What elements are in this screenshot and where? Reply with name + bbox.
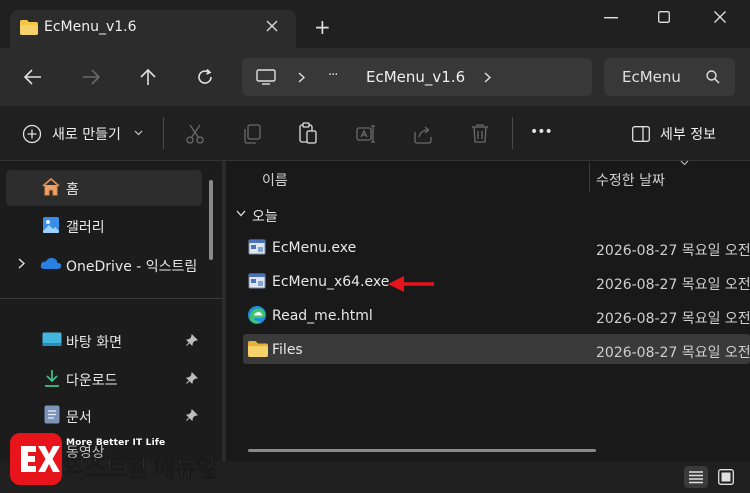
sidebar-item-label[interactable]: 갤러리	[66, 217, 105, 237]
watermark-logo-icon	[10, 433, 62, 485]
folder-icon	[20, 20, 38, 35]
computer-icon	[256, 69, 276, 85]
file-date: 2026-08-27 목요일 오전	[596, 345, 750, 361]
file-name[interactable]: EcMenu_x64.exe	[272, 274, 389, 290]
file-name[interactable]: Read_me.html	[272, 308, 373, 324]
edge-icon	[247, 305, 267, 325]
sidebar-item-label[interactable]: 문서	[66, 407, 92, 427]
chevron-right-icon[interactable]	[298, 72, 305, 83]
file-name[interactable]: EcMenu.exe	[272, 240, 356, 256]
tab-close-icon[interactable]	[266, 20, 278, 32]
tab-title: EcMenu_v1.6	[44, 19, 137, 35]
pin-icon[interactable]	[186, 372, 198, 384]
desktop-icon[interactable]	[42, 332, 62, 348]
new-button[interactable]: 새로 만들기	[52, 124, 121, 144]
pin-icon[interactable]	[186, 334, 198, 346]
file-date: 2026-08-27 목요일 오전	[596, 277, 750, 293]
red-arrow-annotation	[388, 276, 436, 292]
watermark-name: 익스트림 매뉴얼	[63, 456, 217, 483]
back-icon[interactable]	[24, 69, 42, 85]
group-header[interactable]: 오늘	[252, 206, 278, 226]
onedrive-icon[interactable]	[40, 256, 62, 270]
sidebar-item-label[interactable]: 바탕 화면	[66, 332, 122, 352]
sort-chevron-icon	[680, 160, 689, 166]
horizontal-scrollbar[interactable]	[248, 449, 596, 452]
maximize-icon[interactable]	[658, 11, 670, 23]
rename-icon[interactable]	[356, 124, 376, 144]
column-header-name[interactable]: 이름	[262, 170, 288, 190]
download-icon[interactable]	[44, 369, 60, 387]
sidebar-divider	[0, 298, 222, 299]
close-window-icon[interactable]	[714, 11, 726, 23]
toolbar-divider	[512, 117, 513, 149]
breadcrumb-current[interactable]: EcMenu_v1.6	[366, 68, 465, 86]
new-tab-button[interactable]: +	[314, 15, 331, 39]
column-header-modified[interactable]: 수정한 날짜	[596, 170, 665, 190]
documents-icon[interactable]	[44, 405, 60, 424]
sidebar-item-label[interactable]: 다운로드	[66, 370, 118, 390]
minimize-icon[interactable]	[604, 17, 618, 19]
cut-icon[interactable]	[186, 124, 204, 144]
list-view-icon	[689, 470, 703, 484]
chevron-down-icon[interactable]	[134, 130, 143, 136]
sidebar-item-home[interactable]	[6, 170, 202, 206]
chevron-right-icon[interactable]	[18, 258, 25, 269]
add-icon[interactable]	[22, 124, 42, 144]
column-divider[interactable]	[589, 162, 590, 192]
toolbar-divider	[163, 117, 164, 149]
exe-icon	[248, 272, 266, 290]
more-options-button[interactable]: •••	[530, 124, 553, 140]
exe-icon	[248, 238, 266, 256]
tiles-view-icon[interactable]	[718, 469, 734, 485]
pin-icon[interactable]	[186, 409, 198, 421]
share-icon[interactable]	[413, 124, 433, 144]
search-input[interactable]: EcMenu	[622, 68, 681, 86]
up-icon[interactable]	[140, 68, 156, 86]
forward-icon[interactable]	[82, 69, 100, 85]
sidebar-item-label: 홈	[66, 182, 79, 198]
file-date: 2026-08-27 목요일 오전	[596, 243, 750, 259]
file-name[interactable]: Files	[272, 342, 303, 358]
gallery-icon[interactable]	[42, 216, 60, 234]
chevron-right-icon[interactable]	[484, 72, 491, 83]
copy-icon[interactable]	[243, 124, 261, 144]
folder-icon	[248, 341, 268, 357]
details-button[interactable]: 세부 정보	[660, 124, 716, 144]
breadcrumb-more[interactable]: ···	[328, 68, 338, 83]
delete-icon[interactable]	[471, 123, 489, 144]
details-pane-icon[interactable]	[632, 126, 650, 142]
sidebar-scrollbar[interactable]	[209, 180, 213, 260]
home-icon	[42, 178, 60, 196]
refresh-icon[interactable]	[196, 68, 214, 86]
chevron-down-icon[interactable]	[236, 210, 246, 217]
search-icon[interactable]	[706, 70, 720, 84]
file-date: 2026-08-27 목요일 오전	[596, 311, 750, 327]
watermark-tagline: More Better IT Life	[66, 438, 166, 448]
sidebar-item-label[interactable]: OneDrive - 익스트림	[66, 256, 197, 276]
paste-icon[interactable]	[299, 122, 317, 144]
